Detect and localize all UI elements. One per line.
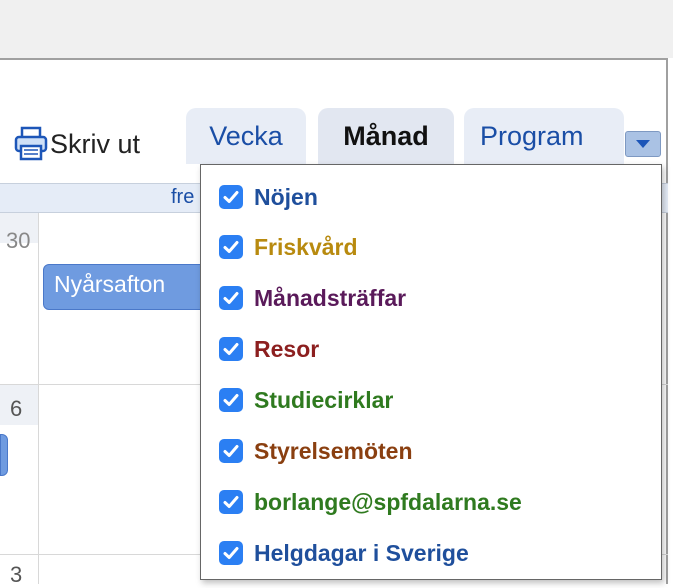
- event-label: Nyårsafton: [54, 271, 166, 297]
- calendar-filter-item[interactable]: Månadsträffar: [219, 278, 406, 318]
- checkbox-checked-icon[interactable]: [219, 235, 243, 259]
- calendar-filter-item[interactable]: borlange@spfdalarna.se: [219, 482, 522, 522]
- checkbox-checked-icon[interactable]: [219, 388, 243, 412]
- tab-program-label: Program: [480, 120, 584, 151]
- calendars-dropdown-menu: Nöjen Friskvård Månadsträffar Resor Studieci…: [200, 164, 662, 580]
- event-bar[interactable]: [0, 434, 8, 476]
- tab-month-label: Månad: [343, 120, 429, 151]
- checkbox-checked-icon[interactable]: [219, 286, 243, 310]
- day-number: 6: [10, 396, 23, 421]
- calendar-filter-label: Nöjen: [254, 183, 318, 210]
- checkbox-checked-icon[interactable]: [219, 185, 243, 209]
- checkbox-checked-icon[interactable]: [219, 541, 243, 565]
- weekday-header-label: fre: [171, 186, 195, 208]
- printer-icon: [14, 126, 48, 162]
- calendar-filter-label: Styrelsemöten: [254, 437, 413, 464]
- calendar-filter-label: Månadsträffar: [254, 284, 407, 311]
- tab-week-label: Vecka: [209, 120, 283, 151]
- checkbox-checked-icon[interactable]: [219, 337, 243, 361]
- calendar-filter-item[interactable]: Styrelsemöten: [219, 431, 413, 471]
- calendar-filter-item[interactable]: Helgdagar i Sverige: [219, 533, 469, 573]
- print-label: Skriv ut: [50, 128, 141, 159]
- tab-program[interactable]: Program: [464, 108, 624, 164]
- day-number: 30: [6, 228, 31, 253]
- calendar-filter-item[interactable]: Friskvård: [219, 227, 358, 267]
- checkbox-checked-icon[interactable]: [219, 490, 243, 514]
- calendar-filter-item[interactable]: Resor: [219, 329, 319, 369]
- print-button[interactable]: Skriv ut: [14, 122, 140, 166]
- calendar-filter-label: Friskvård: [254, 233, 358, 260]
- calendar-filter-label: Helgdagar i Sverige: [254, 539, 469, 566]
- calendar-filter-label: Studiecirklar: [254, 386, 394, 413]
- tab-month[interactable]: Månad: [318, 108, 454, 164]
- top-bar: [0, 0, 673, 58]
- calendar-filter-item[interactable]: Nöjen: [219, 177, 318, 217]
- column-divider: [38, 213, 39, 584]
- tab-week[interactable]: Vecka: [186, 108, 306, 164]
- checkbox-checked-icon[interactable]: [219, 439, 243, 463]
- calendars-dropdown-button[interactable]: [625, 131, 661, 157]
- calendar-filter-label: Resor: [254, 335, 320, 362]
- day-number: 3: [10, 562, 23, 587]
- calendar-filter-item[interactable]: Studiecirklar: [219, 380, 393, 420]
- event-nyarsafton[interactable]: Nyårsafton: [43, 264, 213, 310]
- calendar-filter-label: borlange@spfdalarna.se: [254, 488, 522, 515]
- chevron-down-icon: [636, 140, 650, 148]
